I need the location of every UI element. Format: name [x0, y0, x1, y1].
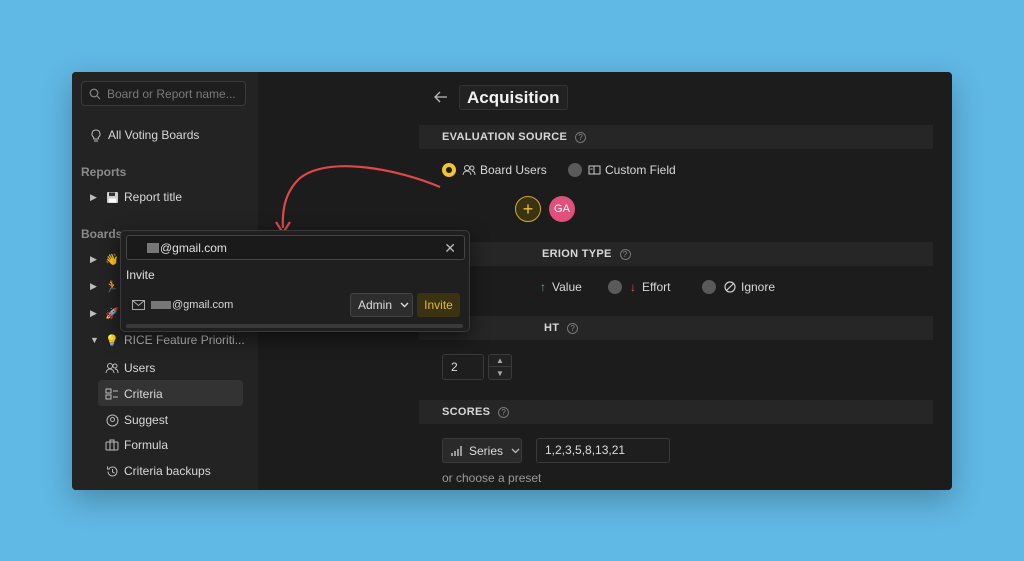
- role-select[interactable]: Admin: [350, 293, 413, 317]
- email-value: @gmail.com: [160, 240, 227, 255]
- invite-email-text: @gmail.com: [172, 299, 234, 311]
- invite-email-input[interactable]: @gmail.com ✕: [126, 235, 465, 260]
- redacted-block: [151, 301, 171, 309]
- invite-suggestion[interactable]: @gmail.com: [132, 299, 233, 311]
- invite-heading: Invite: [126, 268, 155, 282]
- scrollbar[interactable]: [126, 324, 463, 328]
- invite-button[interactable]: Invite: [417, 293, 460, 317]
- close-icon[interactable]: ✕: [444, 240, 456, 257]
- role-value: Admin: [358, 298, 393, 312]
- mail-icon: [132, 300, 145, 310]
- redacted-block: [147, 242, 159, 253]
- invite-popup: @gmail.com ✕ Invite @gmail.com Admin Inv…: [120, 230, 470, 332]
- chevron-down-icon: [400, 302, 409, 308]
